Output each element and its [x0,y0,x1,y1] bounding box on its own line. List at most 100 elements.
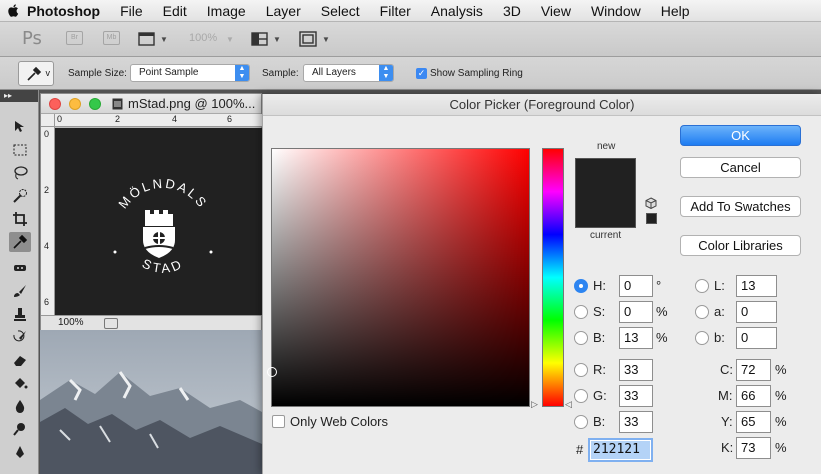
sampling-ring-checkbox[interactable]: ✓ [416,68,427,79]
lab-a-input[interactable]: 0 [736,301,777,323]
chevron-down-icon[interactable]: ▼ [273,35,281,44]
tool-preset-picker[interactable]: v [18,61,54,86]
lasso-tool-icon[interactable] [9,163,31,183]
document-canvas[interactable]: MÖLNDALS STAD [55,128,263,315]
horizontal-ruler[interactable]: 0 2 4 6 [55,114,263,127]
blue-label: B: [593,414,606,429]
ruler-tick-label: 4 [44,241,50,251]
red-input[interactable]: 33 [619,359,653,381]
quick-selection-tool-icon[interactable] [9,186,31,206]
paint-bucket-tool-icon[interactable] [9,373,31,393]
eraser-tool-icon[interactable] [9,350,31,370]
dodge-tool-icon[interactable] [9,419,31,439]
lab-a-radio[interactable] [695,305,709,319]
lightness-input[interactable]: 13 [736,275,777,297]
zoom-window-button[interactable] [89,98,101,110]
document-title-bar[interactable]: mStad.png @ 100%... [41,94,261,114]
yellow-input[interactable]: 65 [736,411,771,433]
red-radio[interactable] [574,363,588,377]
menu-3d[interactable]: 3D [493,3,531,19]
clone-stamp-tool-icon[interactable] [9,304,31,324]
hue-radio[interactable] [574,279,588,293]
screen-mode-icon[interactable] [138,32,155,49]
menu-edit[interactable]: Edit [153,3,197,19]
saturation-input[interactable]: 0 [619,301,653,323]
chevron-down-icon[interactable]: ▼ [160,35,168,44]
lightness-label: L: [714,278,725,293]
saturation-label: S: [593,304,606,319]
brightness-radio[interactable] [574,331,588,345]
gamut-cube-icon[interactable] [645,197,657,210]
lightness-radio[interactable] [695,279,709,293]
menu-help[interactable]: Help [651,3,700,19]
history-brush-tool-icon[interactable] [9,327,31,347]
crop-tool-icon[interactable] [9,209,31,229]
magenta-input[interactable]: 66 [736,385,771,407]
screen-view-icon[interactable] [299,31,317,50]
menu-file[interactable]: File [110,3,153,19]
yellow-label: Y: [721,414,733,429]
menu-image[interactable]: Image [197,3,256,19]
chevron-down-icon[interactable]: ▼ [322,35,330,44]
cyan-label: C: [720,362,733,377]
close-window-button[interactable] [49,98,61,110]
ruler-origin[interactable] [41,114,55,127]
saturation-brightness-field[interactable] [267,148,530,407]
only-web-colors-checkbox[interactable] [272,415,285,428]
marquee-tool-icon[interactable] [9,140,31,160]
bridge-button[interactable]: Br [66,31,83,45]
cyan-input[interactable]: 72 [736,359,771,381]
lab-b-input[interactable]: 0 [736,327,777,349]
hue-slider-left-arrow-icon[interactable]: ▷ [531,399,538,410]
black-input[interactable]: 73 [736,437,771,459]
menu-filter[interactable]: Filter [370,3,421,19]
zoom-level[interactable]: 100% [189,32,217,44]
minimize-window-button[interactable] [69,98,81,110]
eyedropper-tool-icon[interactable] [9,232,31,252]
blue-input[interactable]: 33 [619,411,653,433]
color-libraries-button[interactable]: Color Libraries [680,235,801,256]
hue-input[interactable]: 0 [619,275,653,297]
castle-shield-icon [143,210,175,258]
vertical-ruler[interactable]: 0 2 4 6 [41,127,55,315]
menu-analysis[interactable]: Analysis [421,3,493,19]
brightness-label: B: [593,330,606,345]
magenta-label: M: [718,388,733,403]
spot-healing-tool-icon[interactable] [9,258,31,278]
hex-input[interactable]: 212121 [588,438,653,462]
lab-b-radio[interactable] [695,331,709,345]
green-input[interactable]: 33 [619,385,653,407]
status-zoom[interactable]: 100% [58,317,84,328]
ok-button[interactable]: OK [680,125,801,146]
panel-collapse-icon[interactable]: ▸▸ [0,90,38,102]
cancel-button[interactable]: Cancel [680,157,801,178]
blue-radio[interactable] [574,415,588,429]
arrange-documents-icon[interactable] [251,32,268,49]
status-menu-icon[interactable] [104,318,118,329]
add-to-swatches-button[interactable]: Add To Swatches [680,196,801,217]
menu-window[interactable]: Window [581,3,651,19]
menu-layer[interactable]: Layer [256,3,311,19]
menu-app[interactable]: Photoshop [27,3,110,19]
web-safe-color-swatch[interactable] [646,213,657,224]
hue-slider[interactable] [542,148,564,407]
blur-tool-icon[interactable] [9,396,31,416]
document-title: mStad.png @ 100%... [128,96,256,111]
sample-size-select[interactable]: Point Sample ▲ ▼ [130,64,250,82]
sample-value: All Layers [312,67,356,78]
sample-select[interactable]: All Layers ▲ ▼ [303,64,394,82]
green-radio[interactable] [574,389,588,403]
menu-view[interactable]: View [531,3,581,19]
ruler-tick-label: 2 [44,185,50,195]
apple-icon[interactable] [8,4,19,18]
menu-select[interactable]: Select [311,3,370,19]
color-field-marker[interactable] [267,367,277,377]
mini-bridge-button[interactable]: Mb [103,31,120,45]
saturation-radio[interactable] [574,305,588,319]
pen-tool-icon[interactable] [9,442,31,462]
move-tool-icon[interactable] [9,117,31,137]
chevron-down-icon[interactable]: ▼ [226,35,234,44]
hue-slider-right-arrow-icon[interactable]: ◁ [565,399,572,410]
brush-tool-icon[interactable] [9,281,31,301]
brightness-input[interactable]: 13 [619,327,653,349]
